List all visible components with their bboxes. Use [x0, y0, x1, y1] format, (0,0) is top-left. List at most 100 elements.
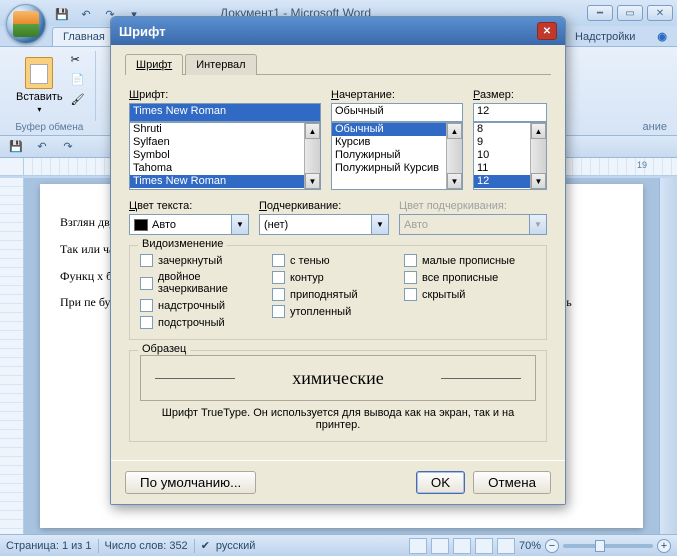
office-button[interactable]: [6, 4, 46, 44]
status-page[interactable]: Страница: 1 из 1: [6, 540, 92, 552]
font-listbox[interactable]: Shruti Sylfaen Symbol Tahoma Times New R…: [129, 122, 321, 190]
scroll-up-icon[interactable]: ▲: [305, 123, 320, 139]
scroll-down-icon[interactable]: ▼: [531, 173, 546, 189]
chevron-down-icon: ▼: [231, 215, 248, 234]
font-color-value: Авто: [152, 219, 176, 231]
view-outline[interactable]: [475, 538, 493, 554]
check-double-strikethrough[interactable]: двойное зачеркивание: [140, 271, 272, 295]
check-shadow[interactable]: с тенью: [272, 254, 404, 267]
check-superscript[interactable]: надстрочный: [140, 299, 272, 312]
scroll-up-icon[interactable]: ▲: [447, 123, 462, 139]
list-item[interactable]: Курсив: [332, 136, 462, 149]
size-label: Размер:: [473, 89, 547, 101]
status-words[interactable]: Число слов: 352: [105, 540, 188, 552]
paste-label: Вставить: [16, 91, 63, 103]
close-button[interactable]: ✕: [647, 5, 673, 21]
cut-icon[interactable]: ✂: [71, 53, 87, 69]
list-item[interactable]: Полужирный: [332, 149, 462, 162]
effects-legend: Видоизменение: [138, 238, 227, 250]
tab-spacing[interactable]: Интервал: [185, 54, 256, 75]
underline-color-value: Авто: [404, 219, 428, 231]
list-item[interactable]: Обычный: [332, 123, 462, 136]
format-painter-icon[interactable]: 🖌: [71, 93, 87, 109]
underline-color-combo: Авто ▼: [399, 214, 547, 235]
view-print-layout[interactable]: [409, 538, 427, 554]
check-all-caps[interactable]: все прописные: [404, 271, 536, 284]
save-icon[interactable]: 💾: [52, 4, 72, 24]
font-color-combo[interactable]: Авто ▼: [129, 214, 249, 235]
sample-fieldset: Образец химические Шрифт TrueType. Он ис…: [129, 350, 547, 442]
paste-button[interactable]: Вставить ▾: [12, 53, 67, 118]
clipboard-icon: [25, 57, 53, 89]
maximize-button[interactable]: ▭: [617, 5, 643, 21]
clipboard-group: Вставить ▾ ✂ 📄 🖌 Буфер обмена: [4, 51, 96, 121]
style-listbox[interactable]: Обычный Курсив Полужирный Полужирный Кур…: [331, 122, 463, 190]
cancel-button[interactable]: Отмена: [473, 471, 551, 494]
underline-label: Подчеркивание:: [259, 200, 389, 212]
underline-value: (нет): [264, 219, 288, 231]
font-group-hint: ание: [643, 121, 667, 133]
check-subscript[interactable]: подстрочный: [140, 316, 272, 329]
dialog-button-bar: По умолчанию... OK Отмена: [111, 460, 565, 504]
proofing-icon[interactable]: ✔: [201, 539, 210, 552]
clipboard-group-label: Буфер обмена: [4, 122, 95, 133]
list-item[interactable]: Times New Roman: [130, 175, 320, 188]
copy-icon[interactable]: 📄: [71, 73, 87, 89]
tab-addins[interactable]: Надстройки: [565, 28, 645, 46]
tab-font[interactable]: Шрифт: [125, 54, 183, 75]
scroll-down-icon[interactable]: ▼: [447, 173, 462, 189]
list-item[interactable]: Tahoma: [130, 162, 320, 175]
undo-icon-2[interactable]: ↶: [32, 137, 52, 157]
underline-color-label: Цвет подчеркивания:: [399, 200, 547, 212]
status-lang[interactable]: русский: [216, 540, 255, 552]
view-full-screen[interactable]: [431, 538, 449, 554]
check-engrave[interactable]: утопленный: [272, 305, 404, 318]
view-web-layout[interactable]: [453, 538, 471, 554]
check-hidden[interactable]: скрытый: [404, 288, 536, 301]
zoom-out-button[interactable]: −: [545, 539, 559, 553]
zoom-slider[interactable]: [563, 544, 653, 548]
check-strikethrough[interactable]: зачеркнутый: [140, 254, 272, 267]
help-icon[interactable]: ◉: [647, 27, 677, 46]
zoom-level[interactable]: 70%: [519, 540, 541, 552]
dialog-close-button[interactable]: ✕: [537, 22, 557, 40]
sample-legend: Образец: [138, 343, 190, 355]
vertical-ruler: [0, 178, 24, 534]
zoom-in-button[interactable]: +: [657, 539, 671, 553]
dialog-tabs: Шрифт Интервал: [125, 53, 551, 75]
sample-preview: химические: [140, 355, 536, 401]
font-label: Шрифт:: [129, 89, 321, 101]
undo-icon[interactable]: ↶: [76, 4, 96, 24]
sample-text: химические: [292, 368, 384, 389]
vertical-scrollbar[interactable]: [659, 178, 677, 534]
minimize-button[interactable]: ━: [587, 5, 613, 21]
font-style-input[interactable]: Обычный: [331, 103, 463, 122]
ruler-mark: 19: [637, 160, 647, 170]
font-size-input[interactable]: 12: [473, 103, 547, 122]
ok-button[interactable]: OK: [416, 471, 465, 494]
tab-home[interactable]: Главная: [52, 27, 116, 46]
save-icon-2[interactable]: 💾: [6, 137, 26, 157]
dialog-titlebar[interactable]: Шрифт ✕: [111, 17, 565, 45]
list-item[interactable]: Sylfaen: [130, 136, 320, 149]
font-name-input[interactable]: Times New Roman: [129, 103, 321, 122]
font-hint: Шрифт TrueType. Он используется для выво…: [140, 407, 536, 431]
size-listbox[interactable]: 8 9 10 11 12 ▲▼: [473, 122, 547, 190]
check-emboss[interactable]: приподнятый: [272, 288, 404, 301]
scroll-up-icon[interactable]: ▲: [531, 123, 546, 139]
list-item[interactable]: Полужирный Курсив: [332, 162, 462, 175]
list-item[interactable]: Shruti: [130, 123, 320, 136]
list-item[interactable]: Symbol: [130, 149, 320, 162]
effects-fieldset: Видоизменение зачеркнутый двойное зачерк…: [129, 245, 547, 340]
dialog-title: Шрифт: [119, 24, 166, 39]
scroll-down-icon[interactable]: ▼: [305, 173, 320, 189]
check-outline[interactable]: контур: [272, 271, 404, 284]
underline-combo[interactable]: (нет) ▼: [259, 214, 389, 235]
check-small-caps[interactable]: малые прописные: [404, 254, 536, 267]
default-button[interactable]: По умолчанию...: [125, 471, 256, 494]
redo-icon-2[interactable]: ↷: [58, 137, 78, 157]
view-draft[interactable]: [497, 538, 515, 554]
style-label: Начертание:: [331, 89, 463, 101]
chevron-down-icon: ▼: [529, 215, 546, 234]
chevron-down-icon: ▼: [371, 215, 388, 234]
